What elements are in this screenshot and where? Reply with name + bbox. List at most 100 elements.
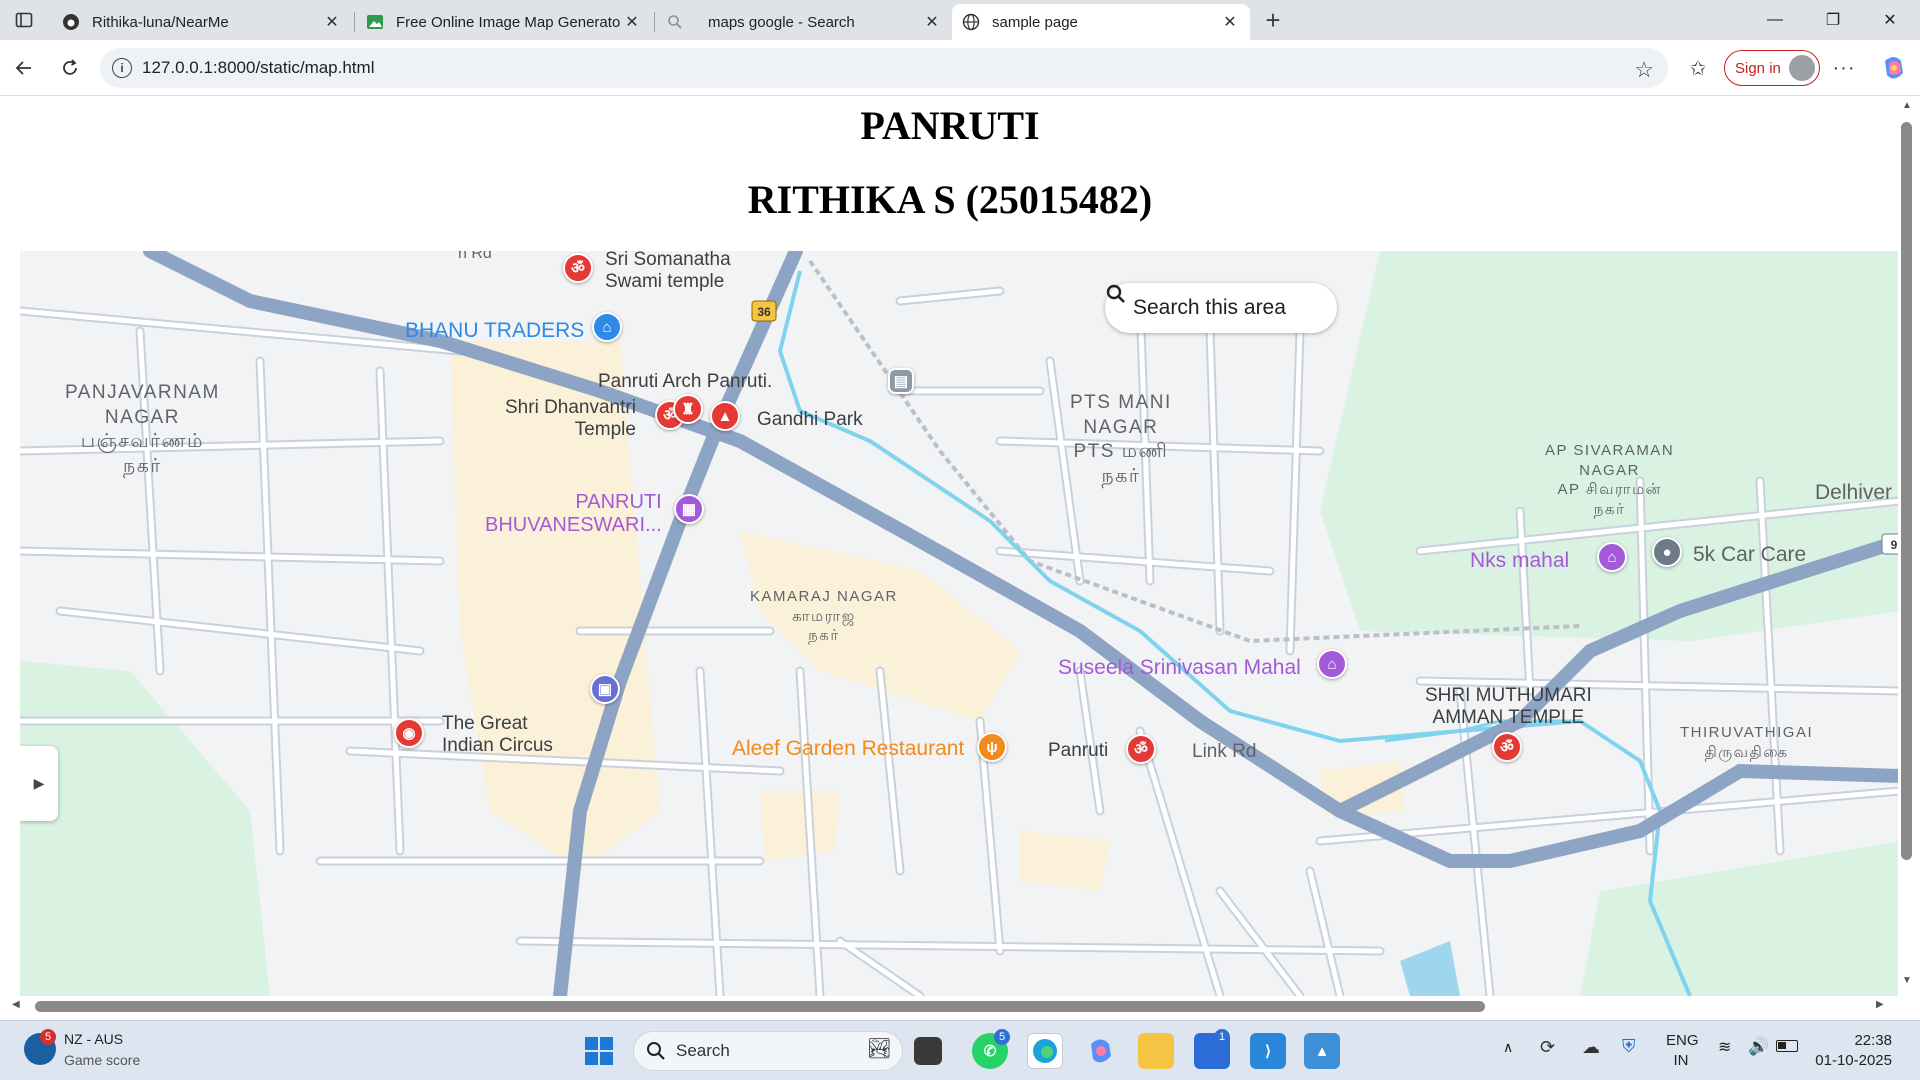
tab-github[interactable]: Rithika-luna/NearMe ✕ xyxy=(52,4,352,40)
security-shield-icon[interactable]: ⛨ xyxy=(1622,1036,1636,1057)
restore-icon[interactable]: ❐ xyxy=(1805,0,1861,40)
svg-text:36: 36 xyxy=(757,305,771,319)
label-gandhi-park[interactable]: Gandhi Park xyxy=(757,409,863,431)
copilot-app-icon[interactable] xyxy=(1083,1033,1119,1069)
scroll-left-arrow-icon[interactable]: ◀ xyxy=(12,999,20,1010)
tab-google-search[interactable]: maps google - Search ✕ xyxy=(656,4,952,40)
event-venue-pin-icon[interactable]: ⌂ xyxy=(1597,542,1627,572)
taskbar-search[interactable]: Search 🏞 xyxy=(633,1031,903,1071)
label-road: n Rd xyxy=(458,251,492,262)
whatsapp-badge: 5 xyxy=(994,1029,1010,1045)
label-suseela-srinivasan-mahal[interactable]: Suseela Srinivasan Mahal xyxy=(1058,656,1301,680)
browser-toolbar: i 127.0.0.1:8000/static/map.html ☆ ✩ Sig… xyxy=(0,40,1920,96)
monument-pin-icon[interactable]: ♜ xyxy=(673,394,703,424)
shopping-bag-pin-icon[interactable]: ⌂ xyxy=(592,312,622,342)
favorites-icon[interactable]: ✩ xyxy=(1680,50,1716,86)
label-shri-dhanvantri-temple[interactable]: Shri Dhanvantri Temple xyxy=(505,397,636,441)
search-icon xyxy=(647,1042,665,1060)
tab-sample-page[interactable]: sample page ✕ xyxy=(952,4,1250,40)
temple-pin-icon[interactable]: ॐ xyxy=(563,253,593,283)
sign-in-label: Sign in xyxy=(1735,59,1781,77)
label-nks-mahal[interactable]: Nks mahal xyxy=(1470,549,1569,573)
scroll-down-arrow-icon[interactable]: ▼ xyxy=(1902,975,1912,986)
camera-pin-icon[interactable]: ◉ xyxy=(394,718,424,748)
close-window-icon[interactable]: ✕ xyxy=(1862,0,1918,40)
address-bar[interactable]: i 127.0.0.1:8000/static/map.html ☆ xyxy=(100,48,1668,88)
label-shri-muthumari-amman-temple[interactable]: SHRI MUTHUMARI AMMAN TEMPLE xyxy=(1425,685,1592,729)
restaurant-pin-icon[interactable]: ψ xyxy=(977,732,1007,762)
close-tab-icon[interactable]: ✕ xyxy=(922,12,942,32)
map-canvas[interactable]: 36 9 xyxy=(20,251,1900,996)
sign-in-button[interactable]: Sign in xyxy=(1724,50,1820,86)
park-pin-icon[interactable]: ▲ xyxy=(710,401,740,431)
file-explorer-icon[interactable] xyxy=(1138,1033,1174,1069)
area-pts-mani-nagar: PTS MANI NAGAR PTS மணி நகர் xyxy=(1070,392,1172,488)
sync-icon[interactable]: ⟳ xyxy=(1540,1037,1555,1058)
tab-title: sample page xyxy=(992,13,1078,31)
language-indicator[interactable]: ENG IN xyxy=(1666,1031,1699,1071)
temple-pin-icon[interactable]: ॐ xyxy=(1492,732,1522,762)
back-icon[interactable] xyxy=(6,50,42,86)
map-embed[interactable]: 36 9 PANJAVARNAM NAGAR பஞ்சவர்ணம் நகர் P… xyxy=(20,251,1900,996)
chevron-up-icon[interactable]: ∧ xyxy=(1503,1039,1513,1056)
copilot-icon[interactable] xyxy=(1876,50,1912,86)
volume-icon[interactable]: 🔊 xyxy=(1748,1037,1769,1057)
search-this-area-button[interactable]: Search this area xyxy=(1105,283,1337,333)
minimize-icon[interactable]: — xyxy=(1747,0,1803,40)
label-aleef-garden-restaurant[interactable]: Aleef Garden Restaurant xyxy=(732,737,964,761)
horizontal-scroll-thumb[interactable] xyxy=(35,1001,1485,1012)
reload-icon[interactable] xyxy=(52,50,88,86)
scroll-up-arrow-icon[interactable]: ▲ xyxy=(1902,100,1912,111)
cloud-offline-icon[interactable]: ☁ xyxy=(1582,1037,1600,1058)
windows-start-icon[interactable] xyxy=(581,1033,617,1069)
label-delhiver[interactable]: Delhiver xyxy=(1815,481,1892,505)
more-menu-icon[interactable]: ··· xyxy=(1826,50,1862,86)
wifi-icon[interactable]: ≋ xyxy=(1718,1037,1731,1057)
photos-app-icon[interactable]: ▲ xyxy=(1304,1033,1340,1069)
event-venue-pin-icon[interactable]: ⌂ xyxy=(1317,649,1347,679)
venue-pin-icon[interactable]: ▦ xyxy=(674,494,704,524)
label-panruti-bhuvaneswari[interactable]: PANRUTI BHUVANESWARI... xyxy=(485,491,662,537)
image-icon xyxy=(366,13,384,31)
score-badge: 5 xyxy=(40,1029,56,1045)
tab-actions-icon[interactable] xyxy=(6,2,42,38)
score-title[interactable]: NZ - AUS xyxy=(64,1031,123,1047)
location-pin-icon[interactable]: ● xyxy=(1652,537,1682,567)
new-tab-button[interactable]: + xyxy=(1255,2,1291,38)
label-sri-somanatha-temple[interactable]: Sri Somanatha Swami temple xyxy=(605,251,731,293)
tab-image-map[interactable]: Free Online Image Map Generato ✕ xyxy=(356,4,652,40)
close-tab-icon[interactable]: ✕ xyxy=(322,12,342,32)
temple-pin-icon[interactable]: ॐ xyxy=(1126,734,1156,764)
tab-strip: Rithika-luna/NearMe ✕ Free Online Image … xyxy=(0,0,1920,40)
train-station-icon[interactable]: ▤ xyxy=(888,368,914,394)
task-view-icon[interactable] xyxy=(914,1037,942,1065)
area-ap-sivaraman-nagar: AP SIVARAMAN NAGAR AP சிவராமன் நகர் xyxy=(1545,442,1675,518)
scroll-right-arrow-icon[interactable]: ▶ xyxy=(1876,999,1884,1010)
vertical-scroll-thumb[interactable] xyxy=(1901,122,1912,860)
label-panruti[interactable]: Panruti xyxy=(1048,740,1108,762)
search-highlight-icon: 🏞 xyxy=(866,1038,892,1060)
label-bhanu-traders[interactable]: BHANU TRADERS xyxy=(405,319,584,343)
globe-icon xyxy=(962,13,980,31)
page-viewport: PANRUTI RITHIKA S (25015482) 36 9 PANJAV… xyxy=(5,96,1900,1016)
clock[interactable]: 22:38 01-10-2025 xyxy=(1812,1031,1892,1071)
label-5k-car-care[interactable]: 5k Car Care xyxy=(1693,543,1806,567)
bus-stop-pin-icon[interactable]: ▣ xyxy=(590,674,620,704)
edge-icon[interactable] xyxy=(1027,1033,1063,1069)
store-badge: 1 xyxy=(1214,1029,1230,1045)
area-thiruvathigai: THIRUVATHIGAI திருவதிகை xyxy=(1680,724,1814,761)
svg-text:9: 9 xyxy=(1891,538,1898,552)
favorite-star-icon[interactable]: ☆ xyxy=(1634,57,1654,83)
language-region: IN xyxy=(1673,1052,1689,1069)
close-tab-icon[interactable]: ✕ xyxy=(622,12,642,32)
site-info-icon[interactable]: i xyxy=(112,58,132,78)
battery-icon[interactable] xyxy=(1776,1040,1798,1052)
search-this-area-label: Search this area xyxy=(1133,296,1286,319)
side-panel-toggle[interactable]: ▶ xyxy=(20,746,58,821)
close-tab-icon[interactable]: ✕ xyxy=(1220,12,1240,32)
label-great-indian-circus[interactable]: The Great Indian Circus xyxy=(442,713,553,757)
label-panruti-arch[interactable]: Panruti Arch Panruti. xyxy=(598,371,772,393)
url-text[interactable]: 127.0.0.1:8000/static/map.html xyxy=(142,58,374,78)
vscode-icon[interactable]: ⟩ xyxy=(1250,1033,1286,1069)
chevron-right-icon: ▶ xyxy=(33,775,45,791)
